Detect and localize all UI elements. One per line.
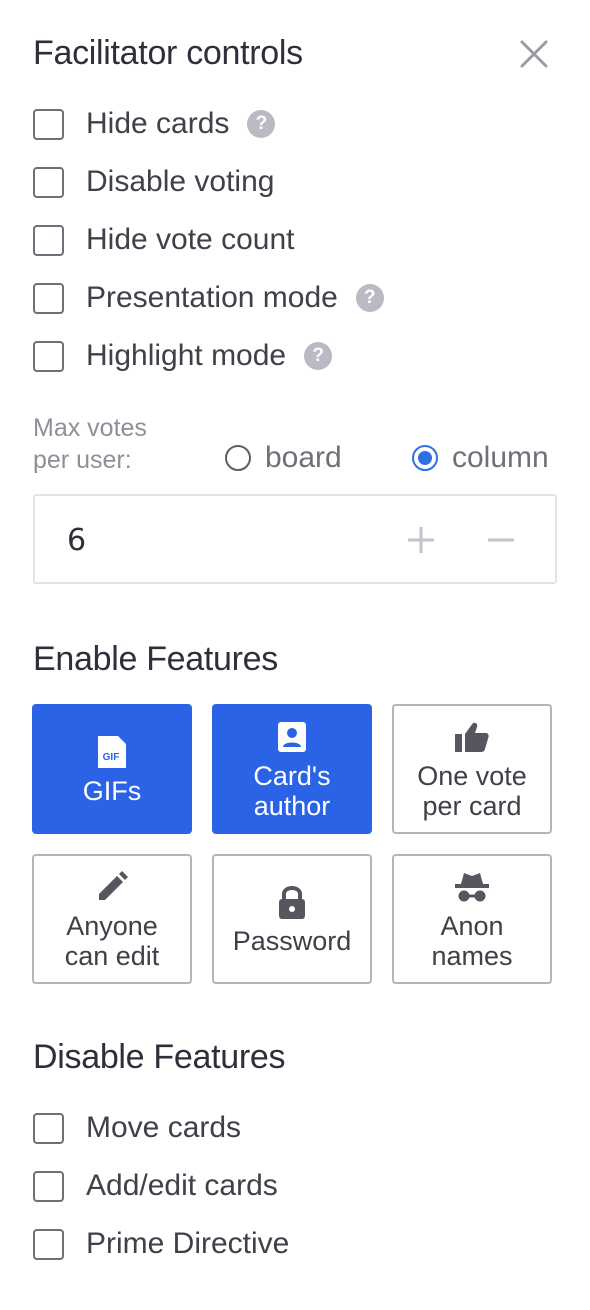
- presentation-mode-label: Presentation mode: [86, 281, 338, 314]
- max-votes-value[interactable]: 6: [67, 523, 86, 558]
- disable-add-edit-cards[interactable]: Add/edit cards: [33, 1168, 278, 1204]
- feature-card-author-button[interactable]: Card's author: [212, 704, 372, 834]
- hide-cards-checkbox[interactable]: [33, 108, 64, 140]
- highlight-mode-checkbox[interactable]: [33, 340, 64, 372]
- prime-directive-label: Prime Directive: [86, 1227, 290, 1260]
- help-icon[interactable]: ?: [247, 110, 276, 138]
- feature-gifs-button[interactable]: GIF GIFs: [32, 704, 192, 834]
- column-radio[interactable]: [412, 445, 438, 471]
- feature-label: GIFs: [82, 776, 142, 806]
- radio-board[interactable]: board: [225, 440, 342, 476]
- prime-directive-checkbox[interactable]: [33, 1228, 64, 1260]
- disable-features-title: Disable Features: [33, 1038, 286, 1076]
- feature-label: Anyone can edit: [64, 911, 160, 971]
- control-hide-vote-count[interactable]: Hide vote count: [33, 222, 294, 258]
- pencil-icon: [92, 867, 132, 907]
- svg-text:GIF: GIF: [103, 752, 120, 763]
- max-votes-label: Max votes per user:: [33, 414, 147, 474]
- radio-column[interactable]: column: [412, 440, 549, 476]
- board-radio[interactable]: [225, 445, 251, 471]
- control-hide-cards[interactable]: Hide cards ?: [33, 106, 276, 142]
- thumbs-up-icon: [452, 717, 492, 757]
- lock-icon: [272, 882, 312, 922]
- hide-cards-label: Hide cards: [86, 107, 230, 140]
- move-cards-label: Move cards: [86, 1111, 242, 1144]
- plus-icon[interactable]: [403, 522, 439, 558]
- enable-features-title: Enable Features: [33, 640, 278, 678]
- board-radio-label: board: [265, 441, 342, 474]
- minus-icon[interactable]: [483, 522, 519, 558]
- control-disable-voting[interactable]: Disable voting: [33, 164, 274, 200]
- gif-file-icon: GIF: [92, 732, 132, 772]
- max-votes-stepper: 6: [33, 494, 557, 584]
- feature-one-vote-per-card-button[interactable]: One vote per card: [392, 704, 552, 834]
- add-edit-cards-label: Add/edit cards: [86, 1169, 278, 1202]
- feature-label: One vote per card: [417, 761, 527, 821]
- feature-password-button[interactable]: Password: [212, 854, 372, 984]
- control-presentation-mode[interactable]: Presentation mode ?: [33, 280, 384, 316]
- disable-voting-checkbox[interactable]: [33, 166, 64, 198]
- disable-prime-directive[interactable]: Prime Directive: [33, 1226, 289, 1262]
- move-cards-checkbox[interactable]: [33, 1112, 64, 1144]
- highlight-mode-label: Highlight mode: [86, 339, 287, 372]
- feature-label: Password: [232, 926, 352, 956]
- hide-vote-count-label: Hide vote count: [86, 223, 295, 256]
- disable-voting-label: Disable voting: [86, 165, 275, 198]
- contact-card-icon: [272, 717, 312, 757]
- incognito-icon: [452, 867, 492, 907]
- help-icon[interactable]: ?: [304, 342, 333, 370]
- close-icon[interactable]: [516, 36, 552, 72]
- add-edit-cards-checkbox[interactable]: [33, 1170, 64, 1202]
- feature-label: Anon names: [431, 911, 513, 971]
- feature-label: Card's author: [253, 761, 331, 821]
- feature-anon-names-button[interactable]: Anon names: [392, 854, 552, 984]
- facilitator-controls-panel: Facilitator controls Hide cards ? Disabl…: [0, 0, 590, 1310]
- panel-title: Facilitator controls: [33, 34, 303, 72]
- presentation-mode-checkbox[interactable]: [33, 282, 64, 314]
- control-highlight-mode[interactable]: Highlight mode ?: [33, 338, 333, 374]
- hide-vote-count-checkbox[interactable]: [33, 224, 64, 256]
- feature-anyone-can-edit-button[interactable]: Anyone can edit: [32, 854, 192, 984]
- column-radio-label: column: [452, 441, 549, 474]
- help-icon[interactable]: ?: [355, 284, 384, 312]
- disable-move-cards[interactable]: Move cards: [33, 1110, 241, 1146]
